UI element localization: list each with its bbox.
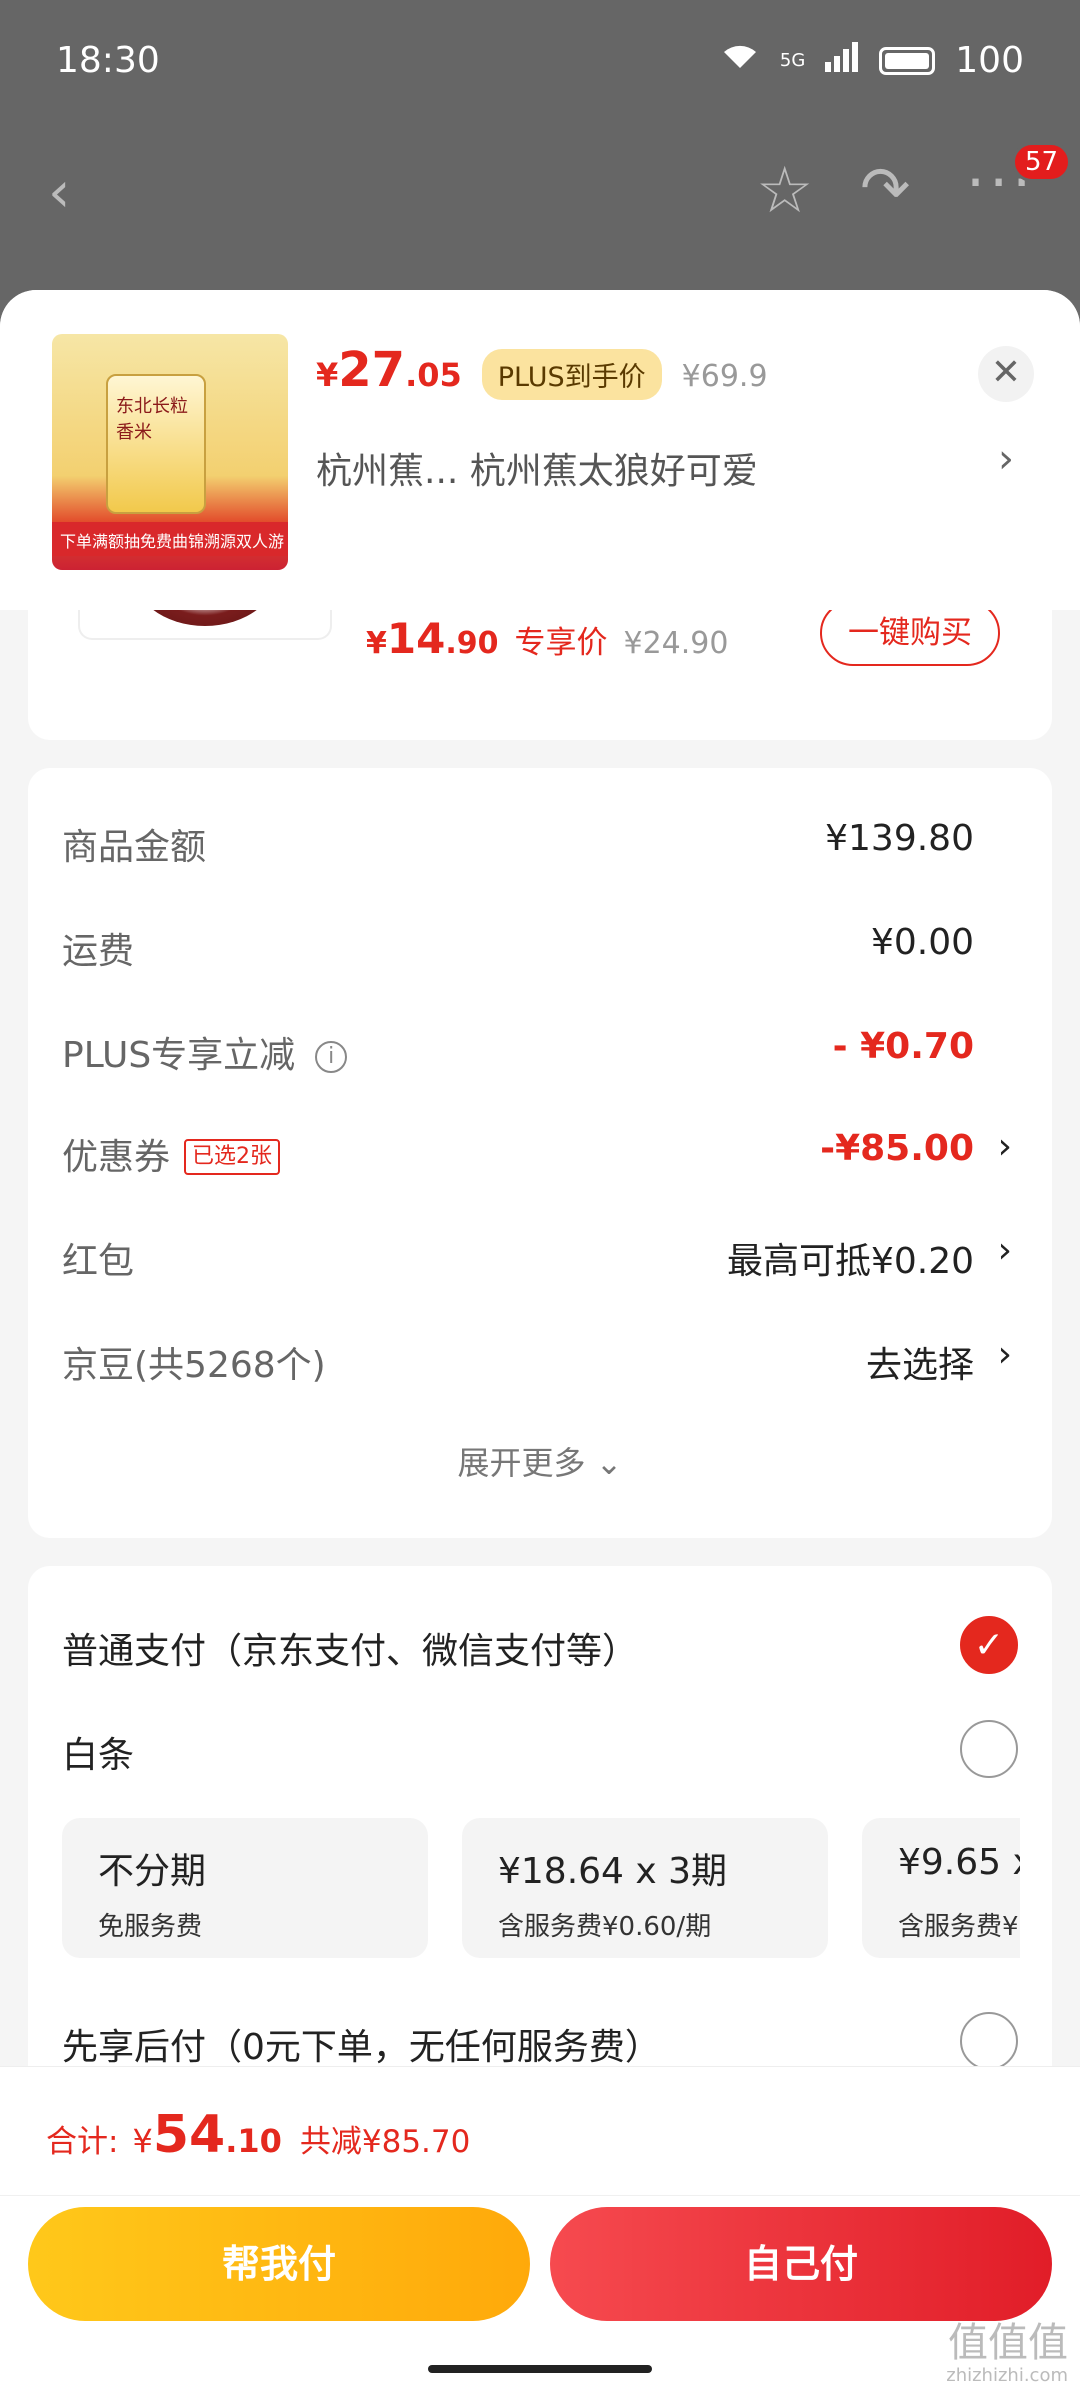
price-currency: ¥ [316,356,339,394]
chevron-right-icon: › [997,1230,1012,1271]
expand-more-link[interactable]: 展开更多 ⌄ [28,1438,1052,1484]
plus-price-tag: PLUS到手价 [481,349,662,400]
shipping-value: ¥0.00 [870,922,974,963]
jingdou-label: 京豆(共5268个) [62,1345,326,1386]
battery-icon [879,46,936,75]
pay-myself-button[interactable]: 自己付 [550,2207,1052,2321]
goods-amount-value: ¥139.80 [825,818,974,859]
jingdou-row[interactable]: 京豆(共5268个) 去选择 › [62,1328,1018,1388]
chevron-right-icon: › [997,1334,1012,1375]
close-icon[interactable]: ✕ [978,346,1034,402]
star-icon[interactable]: ☆ [756,154,813,228]
wifi-icon [720,40,760,81]
normal-payment-radio[interactable]: ✓ [960,1616,1018,1674]
watermark-logo: 值值值 zhizhizhi.com [946,2323,1068,2385]
plan-title: ¥9.65 x [898,1842,1020,1883]
promo-currency: ¥ [366,626,387,661]
promo-integer: 14 [386,614,446,663]
order-summary-card: 商品金额 ¥139.80 运费 ¥0.00 PLUS专享立减 i - ¥0.70 … [28,768,1052,1538]
message-count-badge: 57 [1012,142,1072,182]
original-price: ¥69.9 [681,359,768,394]
plan-subtitle: 免服务费 [98,1912,203,1942]
total-integer: 54 [152,2105,226,2165]
total-currency: ¥ [132,2122,153,2160]
promo-decimal: .90 [445,626,499,661]
redpacket-label: 红包 [62,1241,135,1282]
normal-payment-option[interactable]: 普通支付（京东支付、微信支付等） ✓ [62,1610,1018,1680]
price-integer: 27 [338,342,406,398]
total-decimal: .10 [225,2122,282,2160]
help-me-pay-button[interactable]: 帮我付 [28,2207,530,2321]
plus-discount-row: PLUS专享立减 i - ¥0.70 [62,1018,1018,1078]
coupon-row[interactable]: 优惠券 已选2张 -¥85.00 › [62,1120,1018,1180]
product-bag-text: 东北长粒香米 [116,396,188,443]
chevron-right-icon[interactable]: › [998,436,1014,482]
goods-amount-row: 商品金额 ¥139.80 [62,810,1018,870]
coupon-label-wrap: 优惠券 已选2张 [62,1128,281,1180]
home-indicator[interactable] [428,2365,652,2373]
coupon-label: 优惠券 [62,1137,171,1178]
shipping-label: 运费 [62,931,135,972]
status-time: 18:30 [56,40,160,81]
redpacket-value: 最高可抵¥0.20 [726,1241,974,1282]
promo-price: ¥14.90 [366,614,498,663]
status-icons: 5G 100 [720,40,1024,81]
coupon-value: -¥85.00 [820,1128,974,1169]
coupon-selected-chip: 已选2张 [184,1139,281,1175]
plan-title: ¥18.64 x 3期 [498,1851,728,1892]
checkout-footer: 合计: ¥ 54 .10 共减¥85.70 帮我付 自己付 值值值 zhizhi… [0,2066,1080,2400]
plus-discount-value: - ¥0.70 [832,1026,974,1067]
normal-payment-label: 普通支付（京东支付、微信支付等） [62,1631,639,1672]
watermark-text: 值值值 [948,2320,1068,2366]
plus-price: ¥27.05 [316,342,462,398]
plus-discount-label: PLUS专享立减 [62,1035,296,1076]
top-nav-bar: ‹ ☆ ↷ ··· 57 [0,140,1080,240]
product-thumbnail[interactable]: 东北长粒香米 下单满额抽免费曲锦溯源双人游 [52,334,288,570]
redpacket-row[interactable]: 红包 最高可抵¥0.20 › [62,1224,1018,1284]
installment-plan[interactable]: 不分期 免服务费 [62,1818,428,1958]
promo-label: 专享价 [514,625,608,661]
payment-method-card: 普通支付（京东支付、微信支付等） ✓ 白条 不分期 免服务费 ¥18.64 x … [28,1566,1052,2126]
total-label: 合计: [46,2124,119,2160]
share-icon[interactable]: ↷ [860,154,910,224]
sheet-header: 东北长粒香米 下单满额抽免费曲锦溯源双人游 ¥27.05 PLUS到手价 ¥69… [0,290,1080,610]
order-total: 合计: ¥ 54 .10 共减¥85.70 [46,2105,470,2165]
delivery-address[interactable]: 杭州蕉... 杭州蕉太狼好可爱 [316,442,758,494]
plus-discount-label-wrap: PLUS专享立减 i [62,1026,348,1078]
signal-icon [825,40,859,81]
info-icon[interactable]: i [315,1041,348,1073]
divider [0,2195,1080,2196]
installment-plan[interactable]: ¥18.64 x 3期 含服务费¥0.60/期 [462,1818,828,1958]
plan-subtitle: 含服务费¥0.60/期 [498,1912,712,1942]
promo-original-price: ¥24.90 [623,626,729,661]
price-decimal: .05 [405,356,462,394]
chevron-right-icon: › [997,1126,1012,1167]
installment-plans: 不分期 免服务费 ¥18.64 x 3期 含服务费¥0.60/期 ¥9.65 x… [62,1818,1020,1968]
header-price-row: ¥27.05 PLUS到手价 ¥69.9 [316,342,768,400]
back-icon[interactable]: ‹ [48,160,70,225]
battery-level: 100 [955,40,1024,81]
promo-price-row: ¥14.90 专享价 ¥24.90 [366,614,728,663]
goods-amount-label: 商品金额 [62,827,207,868]
status-bar: 18:30 5G 100 [0,0,1080,120]
pay-later-label: 先享后付（0元下单，无任何服务费） [62,2027,661,2068]
product-promo-banner: 下单满额抽免费曲锦溯源双人游 [52,522,288,556]
pay-later-radio[interactable] [960,2012,1018,2070]
jingdou-value: 去选择 [865,1345,974,1386]
shipping-row: 运费 ¥0.00 [62,914,1018,974]
plan-title: 不分期 [98,1851,207,1892]
total-saved: 共减¥85.70 [299,2124,471,2160]
plan-subtitle: 含服务费¥ [898,1912,1019,1942]
rice-bag-image: 东北长粒香米 [106,374,206,514]
baitiao-option[interactable]: 白条 [62,1714,1018,1784]
baitiao-radio[interactable] [960,1720,1018,1778]
installment-plan[interactable]: ¥9.65 x 含服务费¥ [862,1818,1020,1958]
watermark-domain: zhizhizhi.com [946,2365,1068,2386]
baitiao-label: 白条 [62,1735,135,1776]
network-label: 5G [779,50,806,71]
